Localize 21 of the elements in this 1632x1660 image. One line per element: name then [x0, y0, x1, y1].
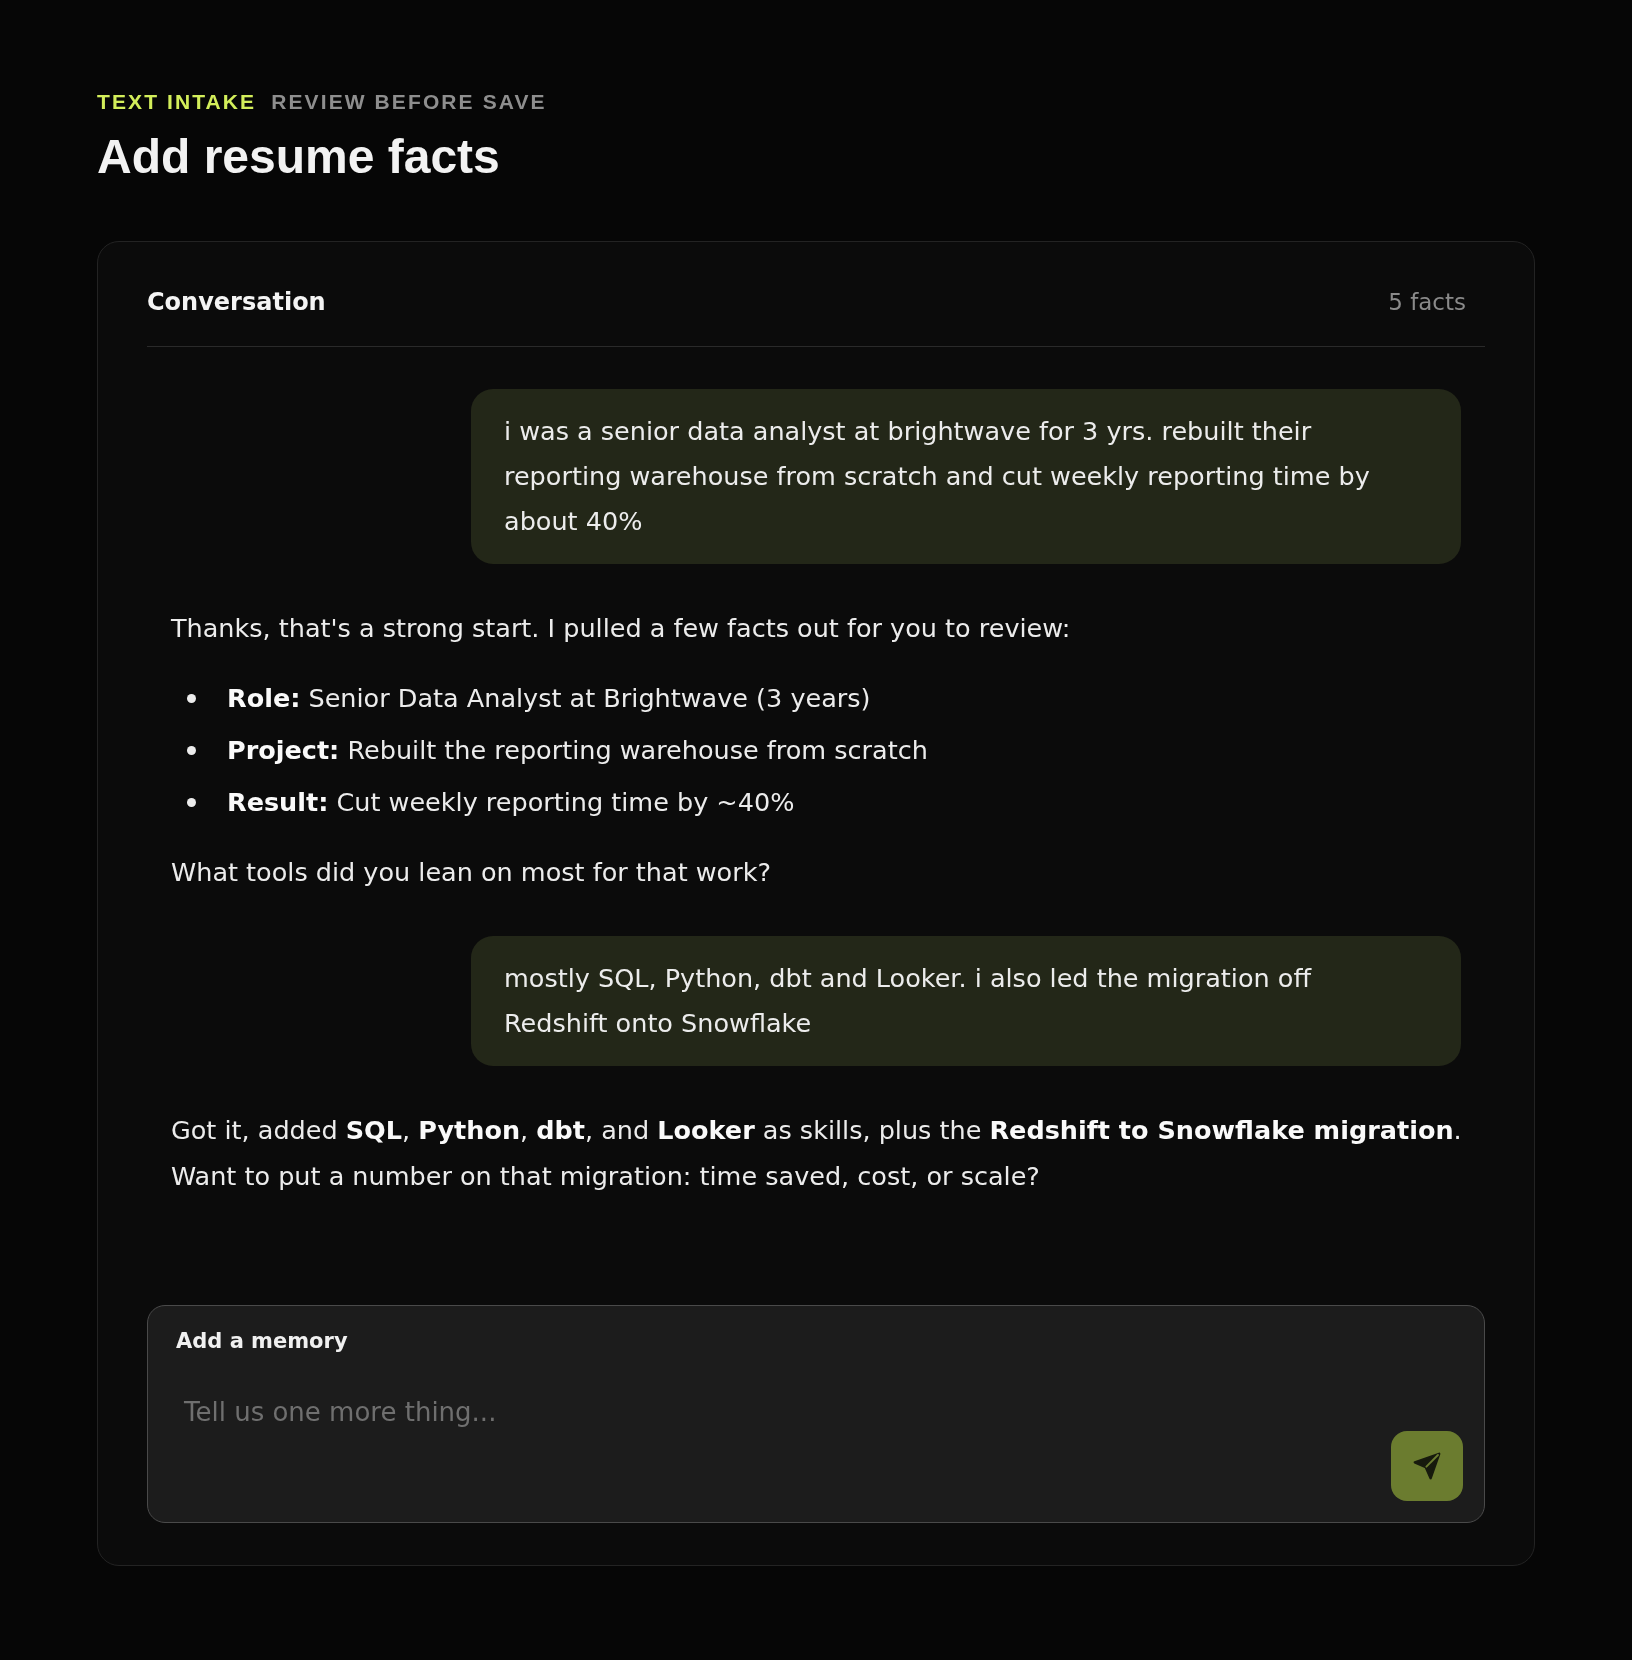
bullet-icon — [187, 745, 196, 755]
send-button[interactable] — [1391, 1431, 1463, 1501]
assistant-text: What tools did you lean on most for that work? — [171, 856, 772, 889]
assistant-text: Got it, added SQL, Python, dbt, and Looker as skills, plus the Redshift to Snowflake migration. Want to put a number on that migration: time saved, cost, or scale? — [171, 1114, 1463, 1193]
fact-text: Project: Rebuilt the reporting warehouse from scratch — [227, 734, 928, 767]
eyebrow-category: TEXT INTAKE — [97, 89, 257, 115]
memory-composer-field[interactable]: Add a memory Tell us one more thing... — [147, 1305, 1485, 1523]
conversation-title: Conversation — [147, 287, 326, 318]
message-input[interactable]: Tell us one more thing... — [176, 1388, 1377, 1501]
fact-text: Role: Senior Data Analyst at Brightwave (3 years) — [227, 682, 871, 715]
bullet-icon — [187, 693, 196, 703]
bullet-icon — [187, 797, 196, 807]
user-message: i was a senior data analyst at brightwave for 3 yrs. rebuilt their reporting warehouse from scratch and cut weekly reporting time by about 40% — [471, 389, 1461, 564]
assistant-text: Thanks, that's a strong start. I pulled a few facts out for you to review: — [171, 612, 1072, 645]
page-title: Add resume facts — [97, 129, 500, 185]
user-message: mostly SQL, Python, dbt and Looker. i also led the migration off Redshift onto Snowflake — [471, 936, 1461, 1066]
send-icon — [1413, 1452, 1441, 1480]
fact-text: Result: Cut weekly reporting time by ~40% — [227, 786, 795, 819]
composer-label: Add a memory — [176, 1328, 348, 1354]
eyebrow-note: REVIEW BEFORE SAVE — [271, 89, 547, 115]
fact-count: 5 facts — [1388, 288, 1466, 317]
